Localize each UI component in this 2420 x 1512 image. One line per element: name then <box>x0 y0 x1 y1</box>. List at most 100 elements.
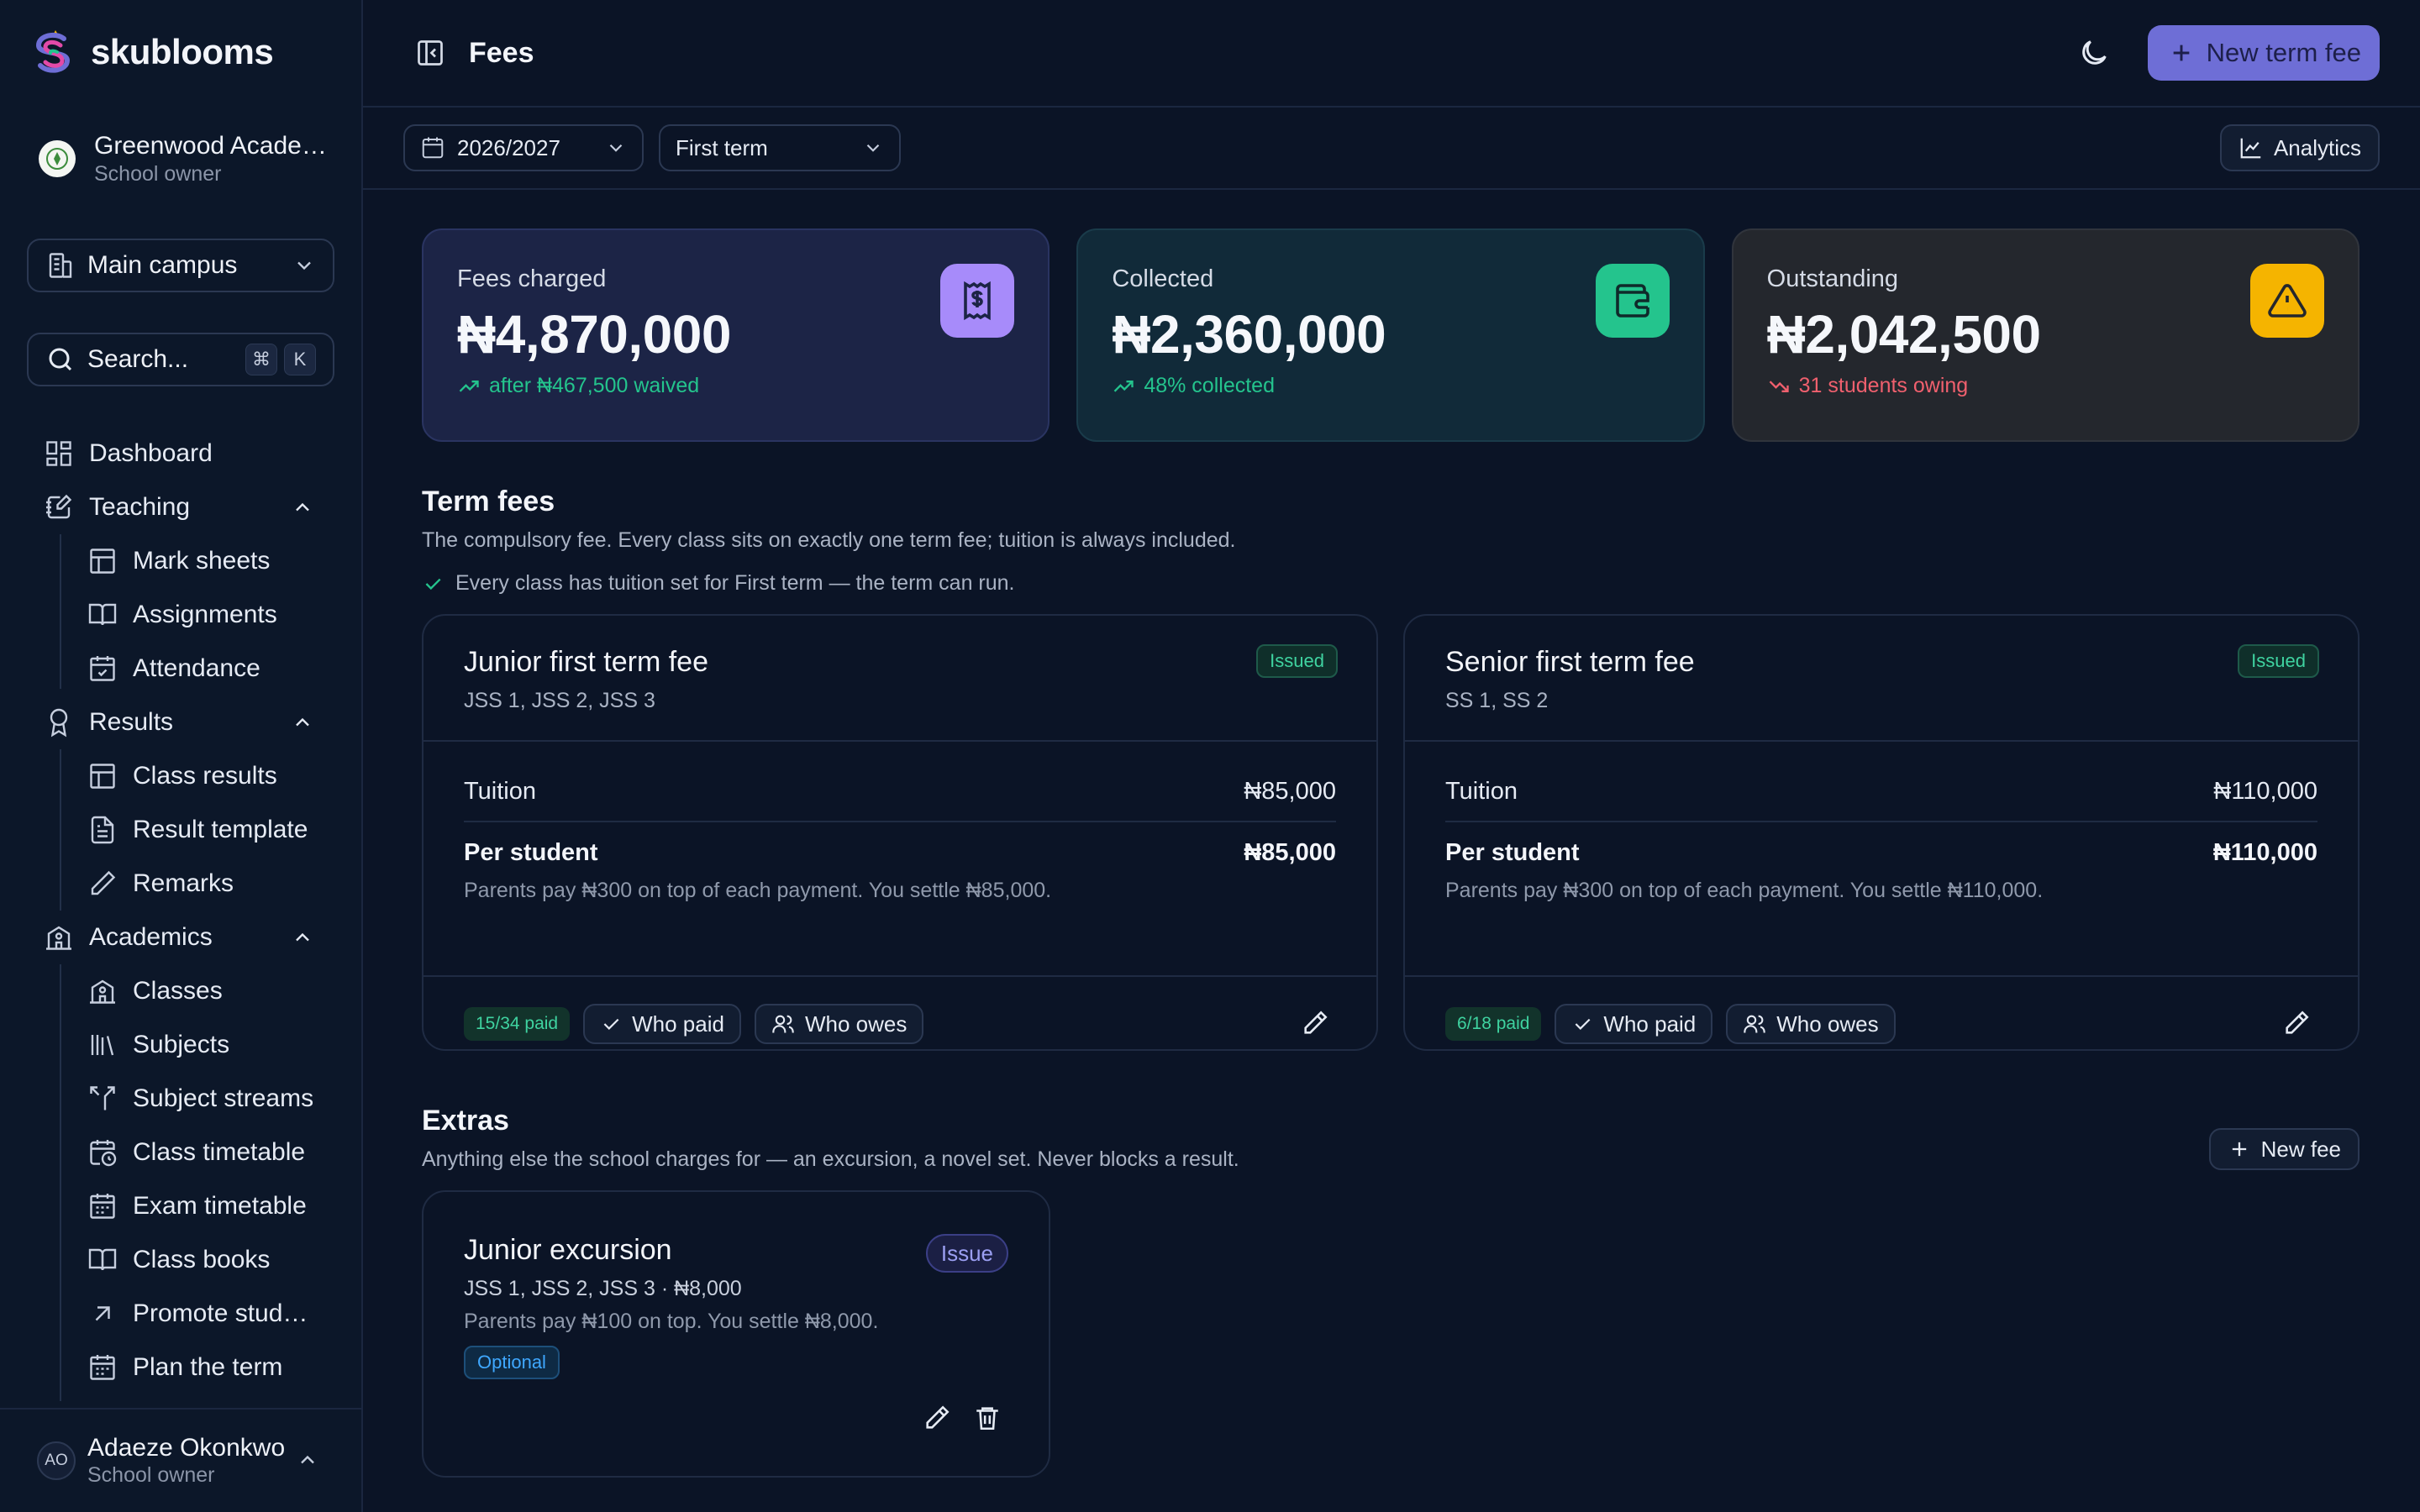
k-key: K <box>284 344 316 375</box>
sidebar-group-results[interactable]: Results <box>0 696 361 749</box>
per-student-label: Per student <box>1445 839 1580 866</box>
sidebar-item-mark-sheets[interactable]: Mark sheets <box>0 534 361 588</box>
sidebar-item-attendance[interactable]: Attendance <box>0 642 361 696</box>
who-owes-button[interactable]: Who owes <box>754 1004 924 1044</box>
edit-pencil-icon[interactable] <box>923 1404 951 1432</box>
trending-up-icon <box>459 380 479 392</box>
sidebar-item-label: Class results <box>133 762 277 790</box>
session-select[interactable]: 2026/2027 <box>403 124 644 171</box>
search-icon <box>45 344 76 375</box>
main-content: Fees New term fee 2026/2027 First term A… <box>363 0 2420 1512</box>
stat-card-outstanding: Outstanding ₦2,042,500 31 students owing <box>1731 228 2360 442</box>
stat-sub-text: after ₦467,500 waived <box>489 374 700 397</box>
who-owes-label: Who owes <box>804 1011 908 1037</box>
new-fee-label: New fee <box>2260 1136 2341 1162</box>
trending-down-icon <box>1769 380 1789 392</box>
check-icon <box>1576 1018 1591 1030</box>
plus-icon <box>2173 45 2189 61</box>
term-fee-card: Junior first term fee JSS 1, JSS 2, JSS … <box>422 614 1378 1051</box>
new-term-fee-button[interactable]: New term fee <box>2147 25 2380 81</box>
per-student-label: Per student <box>464 839 598 866</box>
new-term-fee-label: New term fee <box>2206 38 2361 67</box>
stat-label: Collected <box>1112 265 1214 292</box>
issue-button[interactable]: Issue <box>925 1234 1008 1273</box>
status-badge: Issued <box>1256 644 1338 678</box>
campus-select[interactable]: Main campus <box>27 239 334 292</box>
calendar-icon <box>90 1194 115 1219</box>
search-input[interactable]: Search... ⌘ K <box>27 333 334 386</box>
sidebar-item-classes[interactable]: Classes <box>0 964 361 1018</box>
school-switcher[interactable]: Greenwood Academy School owner <box>39 131 329 186</box>
sidebar-item-subjects[interactable]: Subjects <box>0 1018 361 1072</box>
tuition-label: Tuition <box>464 777 536 805</box>
term-fee-cards: Junior first term fee JSS 1, JSS 2, JSS … <box>422 614 2360 1051</box>
top-bar: Fees New term fee <box>363 0 2420 108</box>
sidebar-nav: Dashboard Teaching Mark sheets Assignmen… <box>0 427 361 1394</box>
sidebar-item-label: Classes <box>133 977 223 1005</box>
notebook-pen-icon <box>46 494 72 519</box>
sidebar-item-plan-the-term[interactable]: Plan the term <box>0 1341 361 1394</box>
chevron-up-icon <box>296 932 309 942</box>
edit-pencil-icon[interactable] <box>1301 1009 1329 1037</box>
who-paid-button[interactable]: Who paid <box>1555 1004 1713 1044</box>
sidebar-item-class-results[interactable]: Class results <box>0 749 361 803</box>
stat-value: ₦4,870,000 <box>457 304 731 365</box>
analytics-button[interactable]: Analytics <box>2219 124 2380 171</box>
sidebar-item-remarks[interactable]: Remarks <box>0 857 361 911</box>
sidebar-item-dashboard[interactable]: Dashboard <box>0 427 361 480</box>
fees-content: Fees charged ₦4,870,000 after ₦467,500 w… <box>422 228 2360 1478</box>
keyboard-shortcut: ⌘ K <box>245 344 316 375</box>
tuition-label: Tuition <box>1445 777 1518 805</box>
sidebar-item-promote-students[interactable]: Promote students <box>0 1287 361 1341</box>
who-paid-label: Who paid <box>1603 1011 1697 1037</box>
analytics-label: Analytics <box>2273 134 2361 160</box>
sidebar-toggle-icon[interactable] <box>415 38 445 68</box>
sidebar-item-result-template[interactable]: Result template <box>0 803 361 857</box>
who-paid-button[interactable]: Who paid <box>583 1004 741 1044</box>
check-note-text: Every class has tuition set for First te… <box>455 571 1015 595</box>
warning-triangle-icon <box>2249 264 2324 338</box>
sidebar-group-academics[interactable]: Academics <box>0 911 361 964</box>
sidebar-item-class-books[interactable]: Class books <box>0 1233 361 1287</box>
sidebar-item-exam-timetable[interactable]: Exam timetable <box>0 1179 361 1233</box>
sidebar-item-subject-streams[interactable]: Subject streams <box>0 1072 361 1126</box>
receipt-icon <box>940 264 1015 338</box>
award-icon <box>50 708 68 738</box>
chevron-up-icon <box>301 1455 314 1464</box>
user-menu[interactable]: AO Adaeze Okonkwo School owner <box>0 1408 361 1512</box>
trash-icon[interactable] <box>973 1404 1002 1432</box>
fee-classes: JSS 1, JSS 2, JSS 3 <box>464 689 655 712</box>
calendar-check-icon <box>90 656 115 681</box>
extra-meta: JSS 1, JSS 2, JSS 3 · ₦8,000 <box>464 1277 742 1300</box>
sidebar-item-class-timetable[interactable]: Class timetable <box>0 1126 361 1179</box>
sidebar-item-label: Subject streams <box>133 1084 314 1112</box>
section-title: Extras <box>422 1105 509 1137</box>
book-open-icon <box>88 1248 117 1271</box>
split-icon <box>90 1086 115 1110</box>
brand[interactable]: skublooms <box>30 27 274 77</box>
campus-label: Main campus <box>87 251 238 279</box>
calendar-icon <box>90 1355 115 1380</box>
who-owes-label: Who owes <box>1776 1011 1879 1037</box>
theme-toggle-moon-icon[interactable] <box>2077 36 2111 70</box>
user-role: School owner <box>87 1463 215 1487</box>
session-value: 2026/2027 <box>457 134 560 160</box>
dashboard-icon <box>46 441 71 466</box>
who-owes-button[interactable]: Who owes <box>1726 1004 1896 1044</box>
edit-pencil-icon[interactable] <box>2282 1009 2311 1037</box>
chevron-up-icon <box>296 502 309 512</box>
optional-badge: Optional <box>464 1346 560 1379</box>
nav-group-divider <box>60 964 61 1401</box>
extra-note: Parents pay ₦100 on top. You settle ₦8,0… <box>464 1310 879 1333</box>
new-fee-button[interactable]: New fee <box>2208 1128 2360 1170</box>
sidebar: skublooms Greenwood Academy School owner… <box>0 0 363 1512</box>
sidebar-item-label: Attendance <box>133 654 260 682</box>
nav-group-divider <box>60 749 61 911</box>
sidebar-item-label: Teaching <box>89 493 191 521</box>
check-icon <box>425 578 441 590</box>
term-select[interactable]: First term <box>659 124 901 171</box>
sidebar-group-teaching[interactable]: Teaching <box>0 480 361 534</box>
sidebar-item-label: Mark sheets <box>133 547 271 575</box>
tuition-row: Tuition ₦85,000 <box>464 762 1336 822</box>
sidebar-item-assignments[interactable]: Assignments <box>0 588 361 642</box>
